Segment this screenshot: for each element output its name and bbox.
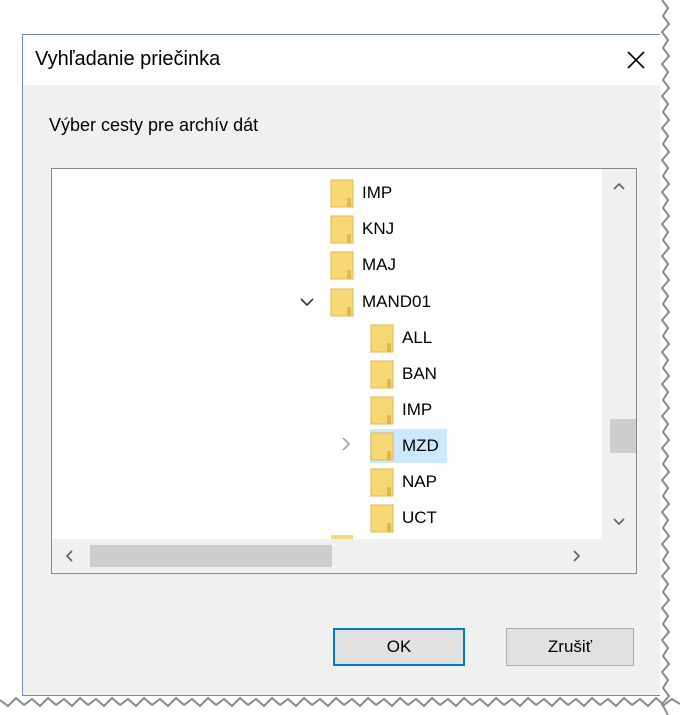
scroll-right-button[interactable] [560,539,594,573]
selection-highlight: MZD [370,429,447,463]
horizontal-scrollbar[interactable] [52,539,604,573]
vertical-scrollbar[interactable] [602,169,636,539]
tree-item[interactable]: IMP [370,393,432,427]
tree-item-label: IMP [362,183,393,202]
chevron-down-icon [300,298,314,307]
chevron-up-icon [613,182,625,190]
tree-item[interactable]: BAN [370,357,437,391]
tree-item[interactable]: ALL [370,321,432,355]
chevron-down-icon [613,518,625,526]
tree-item-label: ALL [402,328,433,347]
torn-edge-right [660,0,680,715]
chevron-right-icon [573,550,581,562]
tree-item-label: NAP [402,472,437,491]
folder-icon [330,287,354,317]
horizontal-scroll-thumb[interactable] [90,545,332,567]
tree-item-label: MAJ [362,255,396,274]
instruction-text: Výber cesty pre archív dát [49,115,259,135]
close-button[interactable] [611,35,661,85]
tree-item-label: MAND01 [362,292,431,311]
folder-tree[interactable]: IMP KNJ MAJ MAND01 ALL BAN IMP MZD NAP U… [51,168,637,574]
chevron-right-icon [342,437,351,451]
expand-toggle[interactable] [336,434,356,454]
title-bar: Vyhľadanie priečinka [23,35,661,85]
vertical-scroll-thumb[interactable] [610,419,636,453]
folder-icon [330,250,354,280]
folder-icon [370,503,394,533]
close-icon [627,51,645,69]
folder-icon [370,323,394,353]
ok-button[interactable]: OK [333,628,465,666]
scroll-up-button[interactable] [602,169,636,203]
folder-icon [330,178,354,208]
folder-icon [370,467,394,497]
cancel-button[interactable]: Zrušiť [506,628,634,666]
scrollbar-corner [602,537,636,573]
folder-icon [330,214,354,244]
folder-icon [370,359,394,389]
browse-folder-dialog: Vyhľadanie priečinka Výber cesty pre arc… [22,34,662,696]
tree-item-label: MZD [402,436,439,455]
tree-item[interactable]: KNJ [330,212,394,246]
folder-icon [370,431,394,461]
torn-edge-bottom [0,696,680,708]
tree-item-selected[interactable]: MZD [370,429,447,463]
tree-item-label: KNJ [362,219,395,238]
expand-toggle[interactable] [297,292,317,312]
folder-icon [370,395,394,425]
tree-item-label: BAN [402,364,437,383]
scroll-down-button[interactable] [602,505,636,539]
tree-item[interactable]: MAND01 [330,285,431,319]
tree-item-label: IMP [402,400,433,419]
tree-item[interactable]: MAJ [330,248,396,282]
scroll-left-button[interactable] [52,539,86,573]
tree-item[interactable]: UCT [370,501,437,535]
chevron-left-icon [65,550,73,562]
tree-item[interactable]: NAP [370,465,437,499]
tree-item-label: UCT [402,508,437,527]
dialog-title: Vyhľadanie priečinka [35,48,221,70]
tree-item[interactable]: IMP [330,176,392,210]
